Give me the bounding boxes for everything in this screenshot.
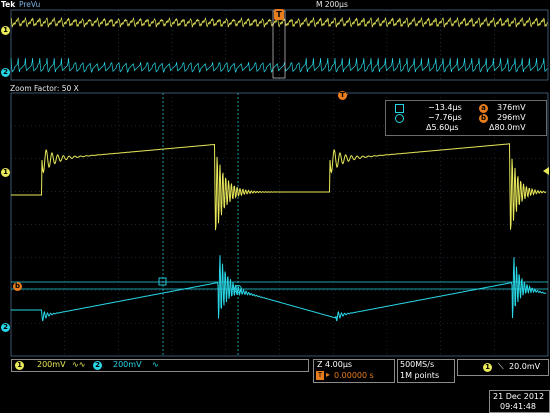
trigger-level[interactable]: 20.0mV: [509, 362, 540, 371]
trigger-level-arrow: [543, 167, 549, 175]
cursor-1-handle: [158, 277, 167, 286]
zoom-factor-label: Zoom Factor: 50 X: [10, 84, 79, 93]
cursor-1-icon: [395, 104, 404, 113]
channel-settings-box[interactable]: 1 200mV ∿∿ 2 200mV ∿: [11, 359, 309, 372]
overview-trace-ch2: [10, 57, 548, 73]
ch2-badge[interactable]: 2: [93, 361, 102, 370]
trigger-source-badge[interactable]: 1: [483, 363, 492, 372]
zoom-trace-ch1: [11, 143, 547, 231]
sample-rate: 500MS/s: [400, 360, 435, 369]
cursor-2-time: −7.76µs: [428, 113, 462, 122]
cursor-a-badge: a: [479, 103, 488, 113]
ch2-scale[interactable]: 200mV: [113, 360, 142, 369]
horizontal-settings-box[interactable]: Z 4.00µs T ▸ 0.00000 s: [313, 359, 395, 383]
cursor-2-icon: [395, 114, 404, 123]
ch2-ground-marker[interactable]: 2: [1, 323, 10, 332]
time: 09:41:48: [500, 402, 536, 411]
trigger-settings-box[interactable]: 1 ⟍ 20.0mV: [457, 359, 549, 376]
date: 21 Dec 2012: [493, 392, 545, 401]
trigger-pos-icon: T: [316, 371, 324, 380]
ch1-coupling: ∿∿: [72, 360, 86, 369]
cursor-a-value: 376mV: [497, 103, 526, 112]
cursor-b-value: 296mV: [497, 113, 526, 122]
ch1-scale[interactable]: 200mV: [37, 360, 66, 369]
cursor-b-marker[interactable]: b: [13, 282, 22, 291]
acquisition-box[interactable]: 500MS/s 1M points: [397, 359, 455, 383]
zoom-trigger-marker: T: [338, 91, 347, 100]
trigger-position-value[interactable]: 0.00000 s: [334, 371, 374, 380]
waveform-display[interactable]: [0, 0, 550, 412]
zoom-trace-ch2: [11, 255, 547, 322]
trigger-position-marker[interactable]: T: [274, 9, 284, 20]
datetime-box: 21 Dec 2012 09:41:48: [489, 390, 550, 413]
trigger-arrow-icon: ▸: [326, 370, 331, 379]
delta-value: Δ80.0mV: [489, 123, 526, 132]
cursor-b-badge: b: [479, 114, 488, 123]
trigger-slope-icon[interactable]: ⟍: [498, 362, 504, 372]
ch2-overview-marker[interactable]: 2: [1, 68, 10, 77]
bottom-status-bar: 1 200mV ∿∿ 2 200mV ∿ Z 4.00µs T ▸ 0.0000…: [0, 357, 550, 413]
zoom-time-per-div[interactable]: Z 4.00µs: [317, 360, 352, 369]
record-length: 1M points: [400, 371, 440, 380]
cursor-1-time: −13.4µs: [428, 103, 462, 112]
ch1-badge[interactable]: 1: [15, 361, 24, 370]
ch2-coupling: ∿: [152, 360, 159, 369]
ch1-ground-marker[interactable]: 1: [1, 168, 10, 177]
ch1-overview-marker[interactable]: 1: [1, 26, 10, 35]
cursor-readout-panel: −13.4µs −7.76µs Δ5.60µs a 376mV b 296mV …: [385, 100, 547, 136]
delta-time: Δ5.60µs: [426, 123, 459, 132]
